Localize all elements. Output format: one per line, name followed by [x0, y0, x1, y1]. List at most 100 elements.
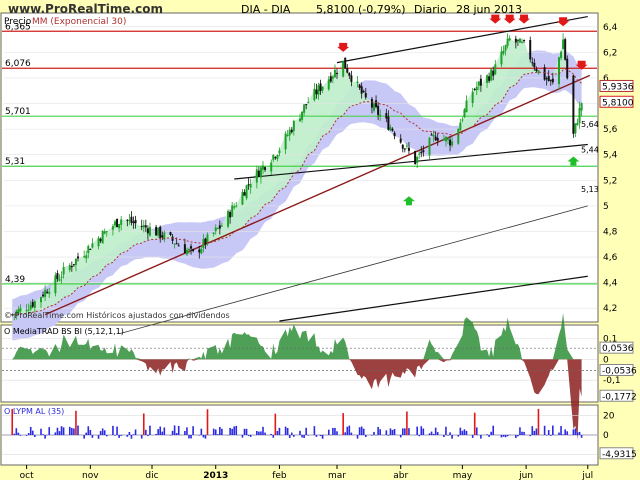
candle-body	[111, 226, 114, 230]
candle-body	[286, 134, 289, 136]
vol-bar	[241, 435, 244, 438]
candle-body	[564, 39, 567, 60]
date-label: 28 jun 2013	[456, 3, 522, 16]
candle-body	[434, 136, 437, 141]
candle-body	[77, 256, 79, 259]
candle-body	[46, 291, 49, 294]
candle-body	[60, 276, 63, 278]
candle-body	[99, 238, 102, 242]
vol-bar	[377, 426, 379, 435]
vol-bar	[44, 435, 46, 439]
legend-ema: MM (Exponencial 30)	[32, 17, 126, 27]
candle-body	[327, 79, 330, 90]
candle-body	[214, 227, 217, 232]
vol-bar	[198, 435, 201, 436]
vol-bar	[549, 435, 552, 436]
candle-body	[126, 219, 129, 221]
candle-body	[264, 167, 267, 170]
candle-body	[148, 227, 151, 236]
candle-body	[350, 75, 353, 82]
vol-bar	[486, 434, 488, 435]
candle-body	[288, 129, 291, 136]
vol-bar	[229, 427, 231, 435]
vol-bar	[578, 431, 581, 435]
candle-body	[146, 228, 149, 234]
vol-bar	[473, 412, 476, 435]
candle-body	[407, 147, 410, 151]
candle-body	[290, 129, 293, 133]
x-tick-label: jul	[581, 471, 593, 480]
candle-body	[161, 235, 164, 238]
vol-bar	[502, 435, 505, 437]
vol-bar	[404, 428, 406, 435]
vol-bar	[547, 430, 550, 435]
vol-bar	[116, 426, 118, 435]
candle-body	[192, 249, 195, 251]
candle-body	[85, 255, 88, 259]
vol-bar	[332, 427, 334, 435]
vol-bar	[212, 428, 215, 435]
candle-body	[535, 68, 538, 71]
vol-bar	[192, 426, 194, 435]
vol-bar	[517, 435, 519, 437]
vol-bar	[163, 427, 166, 435]
candle-body	[257, 170, 260, 177]
candle-body	[401, 144, 404, 149]
vol-bar	[71, 427, 73, 435]
candle-body	[103, 231, 106, 234]
x-tick-label: nov	[82, 471, 99, 480]
vol-bar	[535, 428, 538, 435]
candle-body	[31, 301, 34, 307]
candle-body	[574, 123, 577, 134]
vol-bar	[305, 427, 307, 435]
vol-bar	[126, 435, 129, 437]
vol-bar	[173, 425, 176, 435]
vol-bar	[401, 428, 404, 435]
candle-body	[377, 105, 380, 115]
vol-bar	[461, 430, 464, 435]
vol-bar	[422, 428, 425, 435]
x-tick-label: mar	[328, 471, 346, 480]
vol-bar	[99, 431, 102, 435]
candle-body	[364, 93, 367, 98]
vol-bar	[25, 435, 28, 436]
candle-body	[243, 192, 246, 196]
candle-body	[523, 40, 526, 42]
candle-body	[531, 62, 534, 64]
candle-body	[387, 116, 390, 130]
vol-tick-label: 0	[603, 431, 609, 441]
vol-bar	[159, 426, 162, 435]
candle-body	[518, 38, 521, 43]
vol-bar	[103, 430, 106, 435]
vol-bar	[260, 431, 262, 435]
vol-bar	[416, 426, 418, 435]
side-label: 5,44	[581, 146, 599, 155]
vol-bar	[459, 427, 462, 435]
vol-bar	[315, 435, 318, 437]
x-tick-label: may	[453, 471, 473, 480]
vol-bar	[128, 431, 131, 435]
candle-body	[422, 150, 425, 153]
vol-bar	[562, 434, 564, 435]
vol-bar	[262, 426, 264, 435]
candle-body	[488, 76, 491, 81]
price-box-value: 5,9336	[602, 82, 634, 92]
candle-body	[514, 38, 517, 43]
candle-body	[301, 111, 304, 120]
vol-bar	[391, 429, 394, 435]
vol-bar	[62, 427, 65, 435]
price-tick-label: 4,6	[603, 253, 618, 263]
candle-body	[416, 156, 419, 164]
candle-body	[465, 100, 468, 113]
vol-bar	[140, 435, 143, 439]
candle-body	[231, 205, 234, 217]
vol-bar	[344, 432, 347, 435]
vol-bar	[177, 425, 180, 435]
vol-bar	[13, 433, 16, 435]
vol-bar	[420, 426, 423, 435]
vol-bar	[443, 435, 445, 438]
vol-bar	[529, 435, 532, 437]
candle-body	[315, 89, 318, 95]
vol-bar	[233, 426, 236, 435]
vol-bar	[27, 433, 30, 435]
